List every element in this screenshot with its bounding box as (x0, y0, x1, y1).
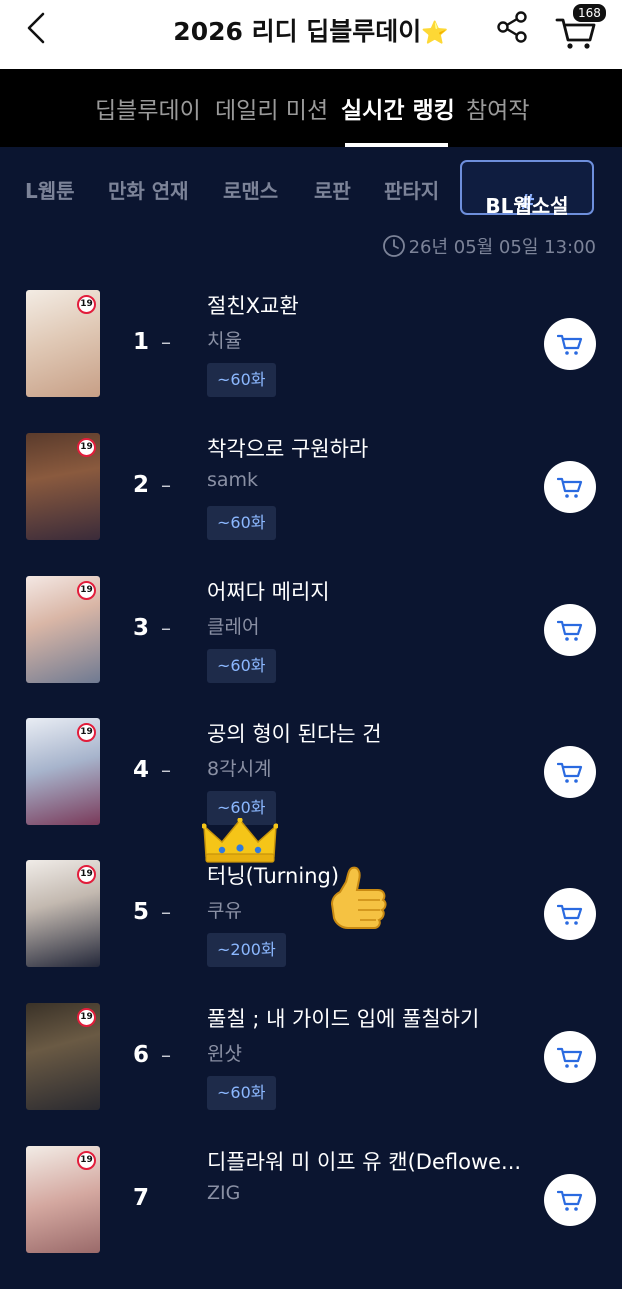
rank-number: 7 (133, 1185, 150, 1211)
age-19-badge: 19 (77, 581, 96, 600)
book-cover[interactable]: 19 (26, 1146, 100, 1253)
main-tab-bar: 딥블루데이 데일리 미션 실시간 랭킹 참여작 (0, 69, 622, 147)
book-author: 쿠유 (207, 900, 242, 922)
book-title[interactable]: 어쩌다 메리지 (207, 576, 330, 606)
book-title[interactable]: 절친X교환 (207, 290, 299, 320)
book-author: 윈샷 (207, 1043, 242, 1065)
book-cover[interactable]: 19 (26, 290, 100, 397)
age-19-badge: 19 (77, 865, 96, 884)
book-title[interactable]: 디플라워 미 이프 유 캔(Deflowe... (207, 1146, 521, 1176)
episode-count-chip: ~60화 (207, 1076, 276, 1110)
genre-rofan[interactable]: 로판 (314, 175, 351, 204)
thumbs-up-icon (330, 866, 387, 929)
cart-icon (557, 762, 583, 783)
age-19-badge: 19 (77, 723, 96, 742)
rank-number: 2 (133, 472, 150, 498)
book-author: samk (207, 469, 259, 491)
cart-count-badge: 168 (572, 3, 607, 23)
ranking-row[interactable]: 19 4 – 공의 형이 된다는 건 8각시계 ~60화 (0, 718, 622, 861)
add-to-cart-button[interactable] (544, 888, 596, 940)
book-author: 클레어 (207, 616, 260, 638)
rank-number: 3 (133, 615, 150, 641)
book-author: 치율 (207, 330, 242, 352)
add-to-cart-button[interactable] (544, 1174, 596, 1226)
book-cover[interactable]: 19 (26, 576, 100, 683)
episode-count-chip: ~60화 (207, 363, 276, 397)
cart-icon (557, 1047, 583, 1068)
genre-romance[interactable]: 로맨스 (223, 175, 278, 204)
ranking-row[interactable]: 19 2 – 착각으로 구원하라 samk ~60화 (0, 433, 622, 576)
age-19-badge: 19 (77, 295, 96, 314)
episode-count-chip: ~60화 (207, 506, 276, 540)
genre-bl-webnovel-label: BL웹소설 (485, 194, 569, 218)
crown-icon (202, 818, 278, 863)
top-bar: 2026 리디 딥블루데이⭐ 168 (0, 0, 622, 69)
add-to-cart-button[interactable] (544, 461, 596, 513)
book-cover[interactable]: 19 (26, 718, 100, 825)
genre-manhwa-series[interactable]: 만화 연재 (108, 175, 189, 204)
age-19-badge: 19 (77, 438, 96, 457)
ranking-row[interactable]: 19 6 – 풀칠 ; 내 가이드 입에 풀칠하기 윈샷 ~60화 (0, 1003, 622, 1146)
ranking-row[interactable]: 19 3 – 어쩌다 메리지 클레어 ~60화 (0, 576, 622, 719)
ranking-row[interactable]: 19 1 – 절친X교환 치율 ~60화 (0, 290, 622, 433)
book-title[interactable]: 터닝(Turning) (207, 860, 339, 890)
rank-change: – (161, 1043, 171, 1067)
ranking-row[interactable]: 19 5 – 터닝(Turning) 쿠유 ~200화 (0, 860, 622, 1003)
book-cover[interactable]: 19 (26, 1003, 100, 1110)
active-tab-indicator (345, 143, 448, 147)
rank-change: – (161, 758, 171, 782)
star-emoji: ⭐ (421, 21, 449, 46)
share-icon (497, 11, 527, 43)
episode-count-chip: ~200화 (207, 933, 286, 967)
ranking-timestamp: 26년 05월 05일 13:00 (408, 237, 596, 258)
rank-number: 4 (133, 757, 150, 783)
tab-daily-mission[interactable]: 데일리 미션 (215, 91, 328, 125)
rank-change: – (161, 473, 171, 497)
rank-change: – (161, 616, 171, 640)
book-title[interactable]: 풀칠 ; 내 가이드 입에 풀칠하기 (207, 1003, 479, 1033)
rank-change: – (161, 330, 171, 354)
book-cover[interactable]: 19 (26, 860, 100, 967)
cart-icon (557, 477, 583, 498)
age-19-badge: 19 (77, 1008, 96, 1027)
cart-icon (557, 1190, 583, 1211)
cart-icon (557, 904, 583, 925)
rank-number: 5 (133, 899, 150, 925)
genre-l-webtoon[interactable]: L웹툰 (25, 175, 75, 204)
book-cover[interactable]: 19 (26, 433, 100, 540)
add-to-cart-button[interactable] (544, 318, 596, 370)
tab-participating-works[interactable]: 참여작 (466, 91, 529, 125)
tab-deepblueday[interactable]: 딥블루데이 (95, 91, 201, 125)
add-to-cart-button[interactable] (544, 1031, 596, 1083)
add-to-cart-button[interactable] (544, 746, 596, 798)
book-title[interactable]: 착각으로 구원하라 (207, 433, 368, 463)
rank-number: 6 (133, 1042, 150, 1068)
cart-icon (557, 334, 583, 355)
book-author: ZIG (207, 1182, 241, 1204)
share-button[interactable] (494, 9, 530, 45)
genre-fantasy[interactable]: 판타지 (384, 175, 439, 204)
rank-change: – (161, 900, 171, 924)
genre-bl-webnovel[interactable]: # BL웹소설 (460, 160, 594, 218)
page-title-text: 2026 리디 딥블루데이 (173, 17, 422, 46)
add-to-cart-button[interactable] (544, 604, 596, 656)
cart-icon (557, 620, 583, 641)
genre-filter-bar: L웹툰 만화 연재 로맨스 로판 판타지 # BL웹소설 (0, 160, 622, 218)
clock-icon (383, 235, 405, 257)
ranking-row[interactable]: 19 7 디플라워 미 이프 유 캔(Deflowe... ZIG (0, 1146, 622, 1289)
age-19-badge: 19 (77, 1151, 96, 1170)
episode-count-chip: ~60화 (207, 649, 276, 683)
tab-realtime-ranking[interactable]: 실시간 랭킹 (341, 91, 455, 125)
book-author: 8각시계 (207, 758, 272, 780)
book-title[interactable]: 공의 형이 된다는 건 (207, 718, 382, 748)
rank-number: 1 (133, 329, 150, 355)
